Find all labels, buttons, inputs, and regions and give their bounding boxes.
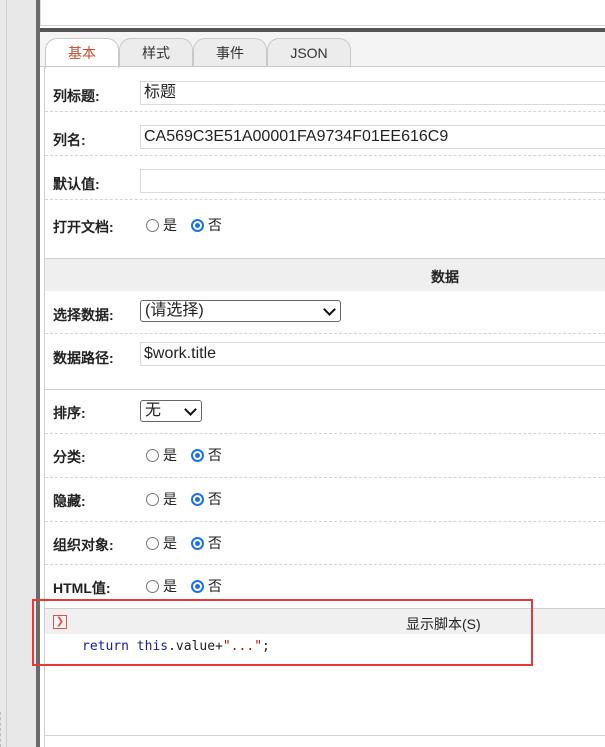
tab-bar: 基本 样式 事件 JSON <box>40 32 605 68</box>
html-value-label: HTML值: <box>53 580 111 596</box>
hidden-yes-label: 是 <box>163 491 177 507</box>
default-value-input[interactable] <box>140 169 605 193</box>
category-yes[interactable]: 是 <box>146 445 177 465</box>
radio-icon <box>146 537 159 550</box>
column-title-label: 列标题: <box>53 88 100 104</box>
column-name-label: 列名: <box>53 132 86 148</box>
data-path-input[interactable]: $work.title <box>140 342 605 366</box>
row-column-title: 列标题: 标题 <box>45 67 605 112</box>
tab-style[interactable]: 样式 <box>119 38 193 67</box>
category-yes-label: 是 <box>163 447 177 463</box>
column-title-input[interactable]: 标题 <box>140 81 605 105</box>
top-area <box>40 0 605 25</box>
html-value-no-label: 否 <box>207 578 222 594</box>
row-open-document: 打开文档: 是 否 <box>45 199 605 258</box>
radio-checked-icon <box>190 580 204 593</box>
radio-icon <box>146 219 159 232</box>
row-data-path: 数据路径: $work.title <box>45 333 605 390</box>
sort-label: 排序: <box>53 405 86 421</box>
row-default-value: 默认值: <box>45 155 605 200</box>
left-gutter <box>0 0 36 747</box>
select-data-value: (请选择) <box>145 302 204 319</box>
tab-events[interactable]: 事件 <box>193 38 267 67</box>
category-no[interactable]: 否 <box>190 445 222 465</box>
sort-dropdown[interactable]: 无 <box>140 400 202 422</box>
org-object-yes-label: 是 <box>163 535 177 551</box>
select-data-dropdown[interactable]: (请选择) <box>140 300 341 322</box>
html-value-radios: 是 否 <box>146 576 232 596</box>
chevron-down-icon <box>323 303 336 316</box>
row-org-object: 组织对象: 是 否 <box>45 521 605 565</box>
radio-icon <box>146 449 159 462</box>
radio-checked-icon <box>190 493 204 506</box>
radio-icon <box>146 580 159 593</box>
hidden-no[interactable]: 否 <box>190 489 222 509</box>
chevron-down-icon <box>184 403 197 416</box>
radio-checked-icon <box>190 537 204 550</box>
open-document-no-label: 否 <box>207 217 222 233</box>
select-data-label: 选择数据: <box>53 307 114 323</box>
data-section-title: 数据 <box>431 269 459 285</box>
default-value-label: 默认值: <box>53 176 100 192</box>
hidden-no-label: 否 <box>207 491 222 507</box>
open-document-radios: 是 否 <box>146 215 232 235</box>
data-section-header: 数据 <box>45 258 605 291</box>
open-document-yes[interactable]: 是 <box>146 215 177 235</box>
data-path-label: 数据路径: <box>53 350 114 366</box>
radio-checked-icon <box>190 449 204 462</box>
property-panel: 基本 样式 事件 JSON 列标题: 标题 列名: CA569C3E51A000… <box>32 0 605 747</box>
category-label: 分类: <box>53 449 86 465</box>
org-object-no[interactable]: 否 <box>190 533 222 553</box>
org-object-yes[interactable]: 是 <box>146 533 177 553</box>
row-hidden: 隐藏: 是 否 <box>45 477 605 522</box>
open-document-label: 打开文档: <box>53 219 114 235</box>
hidden-radios: 是 否 <box>146 489 232 509</box>
row-select-data: 选择数据: (请选择) <box>45 290 605 334</box>
highlight-annotation-box <box>32 599 533 666</box>
html-value-yes-label: 是 <box>163 578 177 594</box>
tab-json[interactable]: JSON <box>267 38 351 67</box>
org-object-label: 组织对象: <box>53 537 114 553</box>
open-document-yes-label: 是 <box>163 217 177 233</box>
hidden-yes[interactable]: 是 <box>146 489 177 509</box>
gutter-line <box>6 0 7 747</box>
sort-value: 无 <box>145 402 162 419</box>
basic-form: 列标题: 标题 列名: CA569C3E51A00001FA9734F01EE6… <box>32 67 605 747</box>
radio-checked-icon <box>190 219 204 232</box>
category-radios: 是 否 <box>146 445 232 465</box>
row-sort: 排序: 无 <box>45 389 605 434</box>
row-category: 分类: 是 否 <box>45 433 605 478</box>
category-no-label: 否 <box>207 447 222 463</box>
open-document-no[interactable]: 否 <box>190 215 222 235</box>
tab-basic[interactable]: 基本 <box>45 38 119 68</box>
row-column-name: 列名: CA569C3E51A00001FA9734F01EE616C9 <box>45 111 605 156</box>
hidden-label: 隐藏: <box>53 493 86 509</box>
radio-icon <box>146 493 159 506</box>
html-value-no[interactable]: 否 <box>190 576 222 596</box>
bottom-rule <box>45 735 605 736</box>
html-value-yes[interactable]: 是 <box>146 576 177 596</box>
org-object-no-label: 否 <box>207 535 222 551</box>
top-rule <box>40 25 605 26</box>
org-object-radios: 是 否 <box>146 533 232 553</box>
gutter-corner <box>0 712 9 747</box>
column-name-input[interactable]: CA569C3E51A00001FA9734F01EE616C9 <box>140 125 605 149</box>
